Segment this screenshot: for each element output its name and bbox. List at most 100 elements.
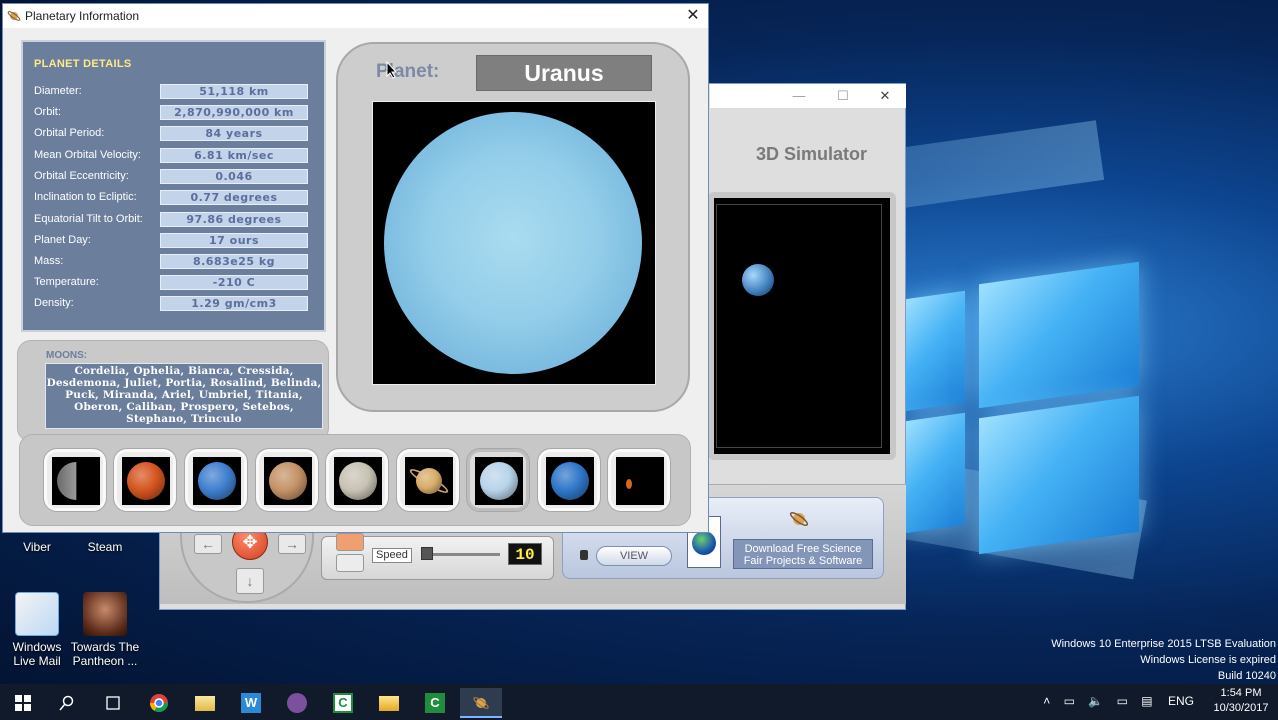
detail-value: 8.683e25 kg: [160, 254, 308, 269]
clock-time: 1:54 PM: [1220, 687, 1262, 699]
planet-thumbnail-neptune[interactable]: [537, 448, 601, 512]
close-button[interactable]: ✕: [679, 4, 707, 28]
planet-thumbnail-jupiter[interactable]: [325, 448, 389, 512]
thumbnail-image: [122, 457, 170, 505]
speed-label: Speed: [372, 548, 412, 563]
window-body: PLANET DETAILS Diameter: 51,118 km Orbit…: [3, 28, 708, 532]
detail-row-diameter: Diameter: 51,118 km: [34, 84, 324, 100]
planet-details-panel: PLANET DETAILS Diameter: 51,118 km Orbit…: [21, 40, 326, 332]
download-link[interactable]: Download Free Science Fair Projects & So…: [733, 539, 873, 569]
detail-value: 97.86 degrees: [160, 212, 308, 227]
thumbnail-image: [264, 457, 312, 505]
app-icon: [7, 11, 21, 21]
thumbnail-image: [52, 457, 100, 505]
volume-icon[interactable]: 🔈: [1088, 694, 1103, 708]
detail-label: Temperature:: [34, 276, 99, 288]
tool-button-2[interactable]: [336, 554, 364, 572]
taskbar-app-w[interactable]: W: [232, 688, 270, 718]
planet-viewer-panel: Planet: Uranus: [336, 42, 690, 412]
clock-date: 10/30/2017: [1213, 702, 1269, 714]
detail-row-orbit: Orbit: 2,870,990,000 km: [34, 105, 324, 121]
moons-list: Cordelia, Ophelia, Bianca, Cressida, Des…: [45, 363, 323, 429]
uranus-icon: [480, 462, 518, 500]
viber-icon: [287, 693, 307, 713]
desktop-icon-towards-the-pantheon[interactable]: Towards The Pantheon ...: [68, 592, 142, 668]
maximize-button[interactable]: ☐: [832, 86, 854, 106]
network-icon[interactable]: ▭: [1064, 694, 1075, 708]
window-titlebar: Planetary Information ✕: [3, 4, 708, 28]
windows-watermark: Windows 10 Enterprise 2015 LTSB Evaluati…: [1040, 636, 1276, 684]
desktop-icon-label: Windows Live Mail: [12, 640, 62, 668]
planet-thumbnail-mars[interactable]: [255, 448, 319, 512]
detail-label: Mass:: [34, 255, 64, 267]
start-button[interactable]: [4, 688, 42, 718]
watermark-line: Build 10240: [1217, 670, 1276, 682]
detail-value: 1.29 gm/cm3: [160, 296, 308, 311]
app-c-icon: C: [333, 693, 353, 713]
detail-row-orbital-period: Orbital Period: 84 years: [34, 126, 324, 142]
app-w-icon: W: [241, 693, 261, 713]
taskbar-solar-system-app[interactable]: [460, 688, 502, 718]
taskbar-file-explorer[interactable]: [370, 688, 408, 718]
detail-row-mass: Mass: 8.683e25 kg: [34, 254, 324, 270]
arrow-right-button[interactable]: →: [278, 534, 306, 554]
taskbar-app-c2[interactable]: C: [416, 688, 454, 718]
taskbar-app-c[interactable]: C: [324, 688, 362, 718]
detail-value: 0.046: [160, 169, 308, 184]
details-heading: PLANET DETAILS: [34, 58, 132, 70]
detail-value: 17 ours: [160, 233, 308, 248]
taskbar-viber[interactable]: [278, 688, 316, 718]
detail-value: -210 C: [160, 275, 308, 290]
task-view-button[interactable]: [94, 688, 132, 718]
detail-value: 84 years: [160, 126, 308, 141]
detail-label: Planet Day:: [34, 234, 91, 246]
desktop-icon-label: Towards The Pantheon ...: [70, 640, 140, 668]
saturn-icon: [473, 697, 489, 709]
saturn-logo-icon: [789, 512, 809, 526]
venus-icon: [127, 462, 165, 500]
battery-icon[interactable]: ▭: [1117, 694, 1128, 708]
view-button[interactable]: VIEW: [596, 546, 672, 566]
folder-icon: [195, 696, 215, 711]
detail-label: Mean Orbital Velocity:: [34, 149, 141, 161]
language-indicator[interactable]: ENG: [1168, 694, 1194, 708]
detail-row-orbital-eccentricity: Orbital Eccentricity: 0.046: [34, 169, 324, 185]
planet-thumbnail-earth[interactable]: [184, 448, 248, 512]
arrow-down-button[interactable]: ↓: [236, 568, 264, 594]
planet-image: [372, 101, 656, 385]
chevron-up-icon[interactable]: ˄: [1043, 694, 1050, 708]
clock[interactable]: 1:54 PM 10/30/2017: [1208, 686, 1274, 716]
desktop-icon-viber[interactable]: Viber: [0, 540, 74, 554]
speed-slider-track[interactable]: [422, 553, 500, 556]
detail-label: Diameter:: [34, 85, 82, 97]
desktop-icon-windows-live-mail[interactable]: Windows Live Mail: [0, 592, 74, 668]
detail-value: 6.81 km/sec: [160, 148, 308, 163]
taskbar-chrome[interactable]: [140, 688, 178, 718]
tool-button-1[interactable]: [336, 533, 364, 551]
desktop-icon-steam[interactable]: Steam: [68, 540, 142, 554]
moons-heading: MOONS:: [46, 350, 88, 361]
planet-thumbnail-venus[interactable]: [113, 448, 177, 512]
planet-thumbnail-saturn[interactable]: [396, 448, 460, 512]
taskbar: W C C ˄ ▭ 🔈 ▭ ▤ ENG 1:54 PM 10/30/2017: [0, 684, 1278, 720]
desktop-icon-label: Viber: [23, 540, 51, 554]
close-button[interactable]: ✕: [874, 86, 896, 106]
speed-slider-thumb[interactable]: [421, 547, 433, 560]
lock-icon: [580, 550, 588, 560]
detail-value: 51,118 km: [160, 84, 308, 99]
simulator-titlebar: — ☐ ✕: [710, 84, 906, 108]
simulator-viewport[interactable]: [708, 192, 896, 460]
search-icon: [59, 695, 74, 711]
search-button[interactable]: [48, 688, 86, 718]
planetary-information-window[interactable]: Planetary Information ✕ PLANET DETAILS D…: [2, 3, 709, 533]
pluto-icon: [626, 479, 632, 489]
planet-thumbnail-mercury[interactable]: [43, 448, 107, 512]
planet-thumbnail-uranus[interactable]: [466, 448, 530, 512]
planet-thumbnail-pluto[interactable]: [607, 448, 671, 512]
notification-icon[interactable]: ▤: [1141, 694, 1152, 708]
minimize-button[interactable]: —: [788, 86, 810, 106]
taskbar-folder-app[interactable]: [186, 688, 224, 718]
detail-label: Orbit:: [34, 106, 61, 118]
watermark-line: Windows License is expired: [1140, 654, 1276, 666]
arrow-left-button[interactable]: ←: [194, 534, 222, 554]
